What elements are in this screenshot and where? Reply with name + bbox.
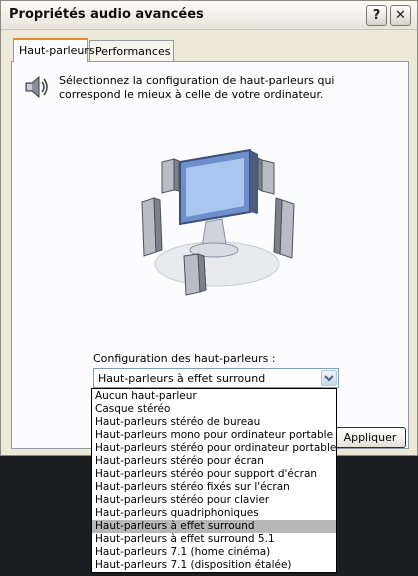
computer-with-speakers-illustration: [141, 148, 295, 296]
description-text: Sélectionnez la configuration de haut-pa…: [59, 74, 335, 101]
apply-button[interactable]: Appliquer: [334, 427, 406, 448]
dropdown-option[interactable]: Haut-parleurs 7.1 (disposition étalée): [92, 559, 336, 572]
speaker-config-select[interactable]: Haut-parleurs à effet surround: [93, 368, 339, 388]
dropdown-option[interactable]: Haut-parleurs quadriphoniques: [92, 507, 336, 520]
dropdown-option[interactable]: Casque stéréo: [92, 403, 336, 416]
tab-haut-parleurs[interactable]: Haut-parleurs: [13, 38, 95, 62]
window-title: Propriétés audio avancées: [9, 7, 204, 22]
dropdown-option[interactable]: Haut-parleurs stéréo pour ordinateur por…: [92, 442, 336, 455]
chevron-down-icon: [324, 375, 334, 382]
speaker-config-label: Configuration des haut-parleurs :: [93, 352, 276, 365]
tab-performances[interactable]: Performances: [89, 40, 174, 61]
speaker-config-dropdown-list[interactable]: Aucun haut-parleur Casque stéréo Haut-parl…: [91, 388, 337, 573]
dropdown-option[interactable]: Haut-parleurs stéréo fixés sur l'écran: [92, 481, 336, 494]
title-bar[interactable]: Propriétés audio avancées ? ✕: [1, 1, 417, 30]
dropdown-option[interactable]: Haut-parleurs stéréo de bureau: [92, 416, 336, 429]
speaker-config-value: Haut-parleurs à effet surround: [98, 372, 266, 385]
dropdown-option[interactable]: Haut-parleurs 7.1 (home cinéma): [92, 546, 336, 559]
close-button[interactable]: ✕: [390, 5, 411, 26]
dropdown-option[interactable]: Haut-parleurs stéréo pour clavier: [92, 494, 336, 507]
dropdown-option[interactable]: Haut-parleurs à effet surround: [92, 520, 336, 533]
dropdown-option[interactable]: Haut-parleurs mono pour ordinateur porta…: [92, 429, 336, 442]
dropdown-option[interactable]: Aucun haut-parleur: [92, 390, 336, 403]
dropdown-option[interactable]: Haut-parleurs stéréo pour support d'écra…: [92, 468, 336, 481]
dropdown-arrow-button[interactable]: [321, 370, 337, 386]
dropdown-option[interactable]: Haut-parleurs stéréo pour écran: [92, 455, 336, 468]
dropdown-option[interactable]: Haut-parleurs à effet surround 5.1: [92, 533, 336, 546]
help-button[interactable]: ?: [366, 5, 387, 26]
speaker-icon: [25, 75, 48, 99]
